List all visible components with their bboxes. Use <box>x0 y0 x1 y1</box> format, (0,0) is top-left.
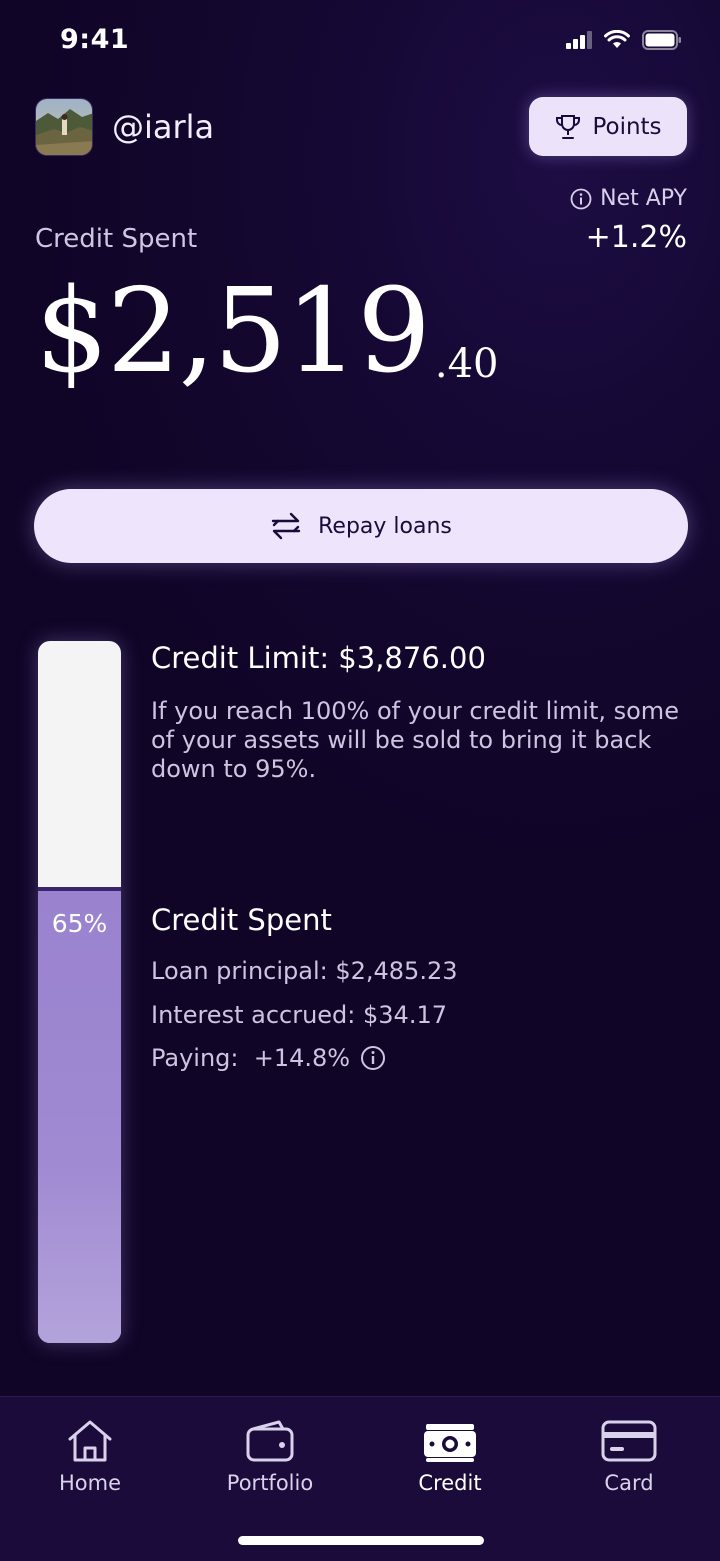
paying-rate[interactable]: Paying: +14.8% <box>151 1044 386 1072</box>
nav-item-credit[interactable]: Credit <box>380 1419 520 1495</box>
info-icon[interactable] <box>360 1045 386 1071</box>
cash-icon <box>424 1424 476 1462</box>
interest-accrued: Interest accrued: $34.17 <box>151 1001 447 1029</box>
credit-usage-gauge: 65% <box>38 641 121 1343</box>
info-icon <box>570 188 592 209</box>
wallet-icon <box>246 1420 294 1462</box>
points-label: Points <box>592 113 662 140</box>
amount-main: $2,519 <box>35 264 431 399</box>
credit-usage-percent: 65% <box>51 908 108 938</box>
credit-spent-title: Credit Spent <box>151 903 332 937</box>
nav-item-portfolio[interactable]: Portfolio <box>200 1419 340 1495</box>
signal-icon <box>566 31 592 49</box>
credit-limit-description: If you reach 100% of your credit limit, … <box>151 697 679 783</box>
home-indicator[interactable] <box>238 1536 484 1545</box>
nav-item-card[interactable]: Card <box>559 1419 699 1495</box>
credit-usage-fill: 65% <box>38 886 121 1343</box>
loan-principal: Loan principal: $2,485.23 <box>151 957 458 985</box>
credit-spent-label: Credit Spent <box>35 224 198 254</box>
amount-cents: .40 <box>434 341 499 387</box>
net-apy-value: +1.2% <box>585 220 687 255</box>
nav-label-portfolio: Portfolio <box>226 1471 314 1495</box>
avatar-photo <box>36 99 92 155</box>
nav-label-card: Card <box>604 1471 654 1495</box>
battery-icon <box>642 30 681 50</box>
trophy-icon <box>556 114 581 139</box>
net-apy-label: Net APY <box>600 186 687 211</box>
net-apy[interactable]: Net APY <box>570 186 687 211</box>
nav-label-credit: Credit <box>418 1471 482 1495</box>
home-icon <box>68 1420 112 1462</box>
avatar[interactable] <box>35 98 93 156</box>
card-icon <box>601 1420 657 1462</box>
nav-item-home[interactable]: Home <box>20 1419 160 1495</box>
paying-rate-text: Paying: +14.8% <box>151 1044 351 1072</box>
credit-limit-title: Credit Limit: $3,876.00 <box>151 641 486 675</box>
repay-loans-button[interactable]: Repay loans <box>34 489 688 563</box>
points-button[interactable]: Points <box>529 97 687 156</box>
credit-spent-amount: $2,519 .40 <box>35 262 499 402</box>
username[interactable]: @iarla <box>112 108 214 146</box>
status-time: 9:41 <box>60 24 130 55</box>
wifi-icon <box>604 30 630 48</box>
status-icons <box>566 30 682 50</box>
nav-label-home: Home <box>58 1471 121 1495</box>
swap-arrows-icon <box>271 512 301 540</box>
repay-loans-label: Repay loans <box>318 513 452 539</box>
interest-accrued-text: Interest accrued: $34.17 <box>151 1001 447 1029</box>
loan-principal-text: Loan principal: $2,485.23 <box>151 957 458 985</box>
